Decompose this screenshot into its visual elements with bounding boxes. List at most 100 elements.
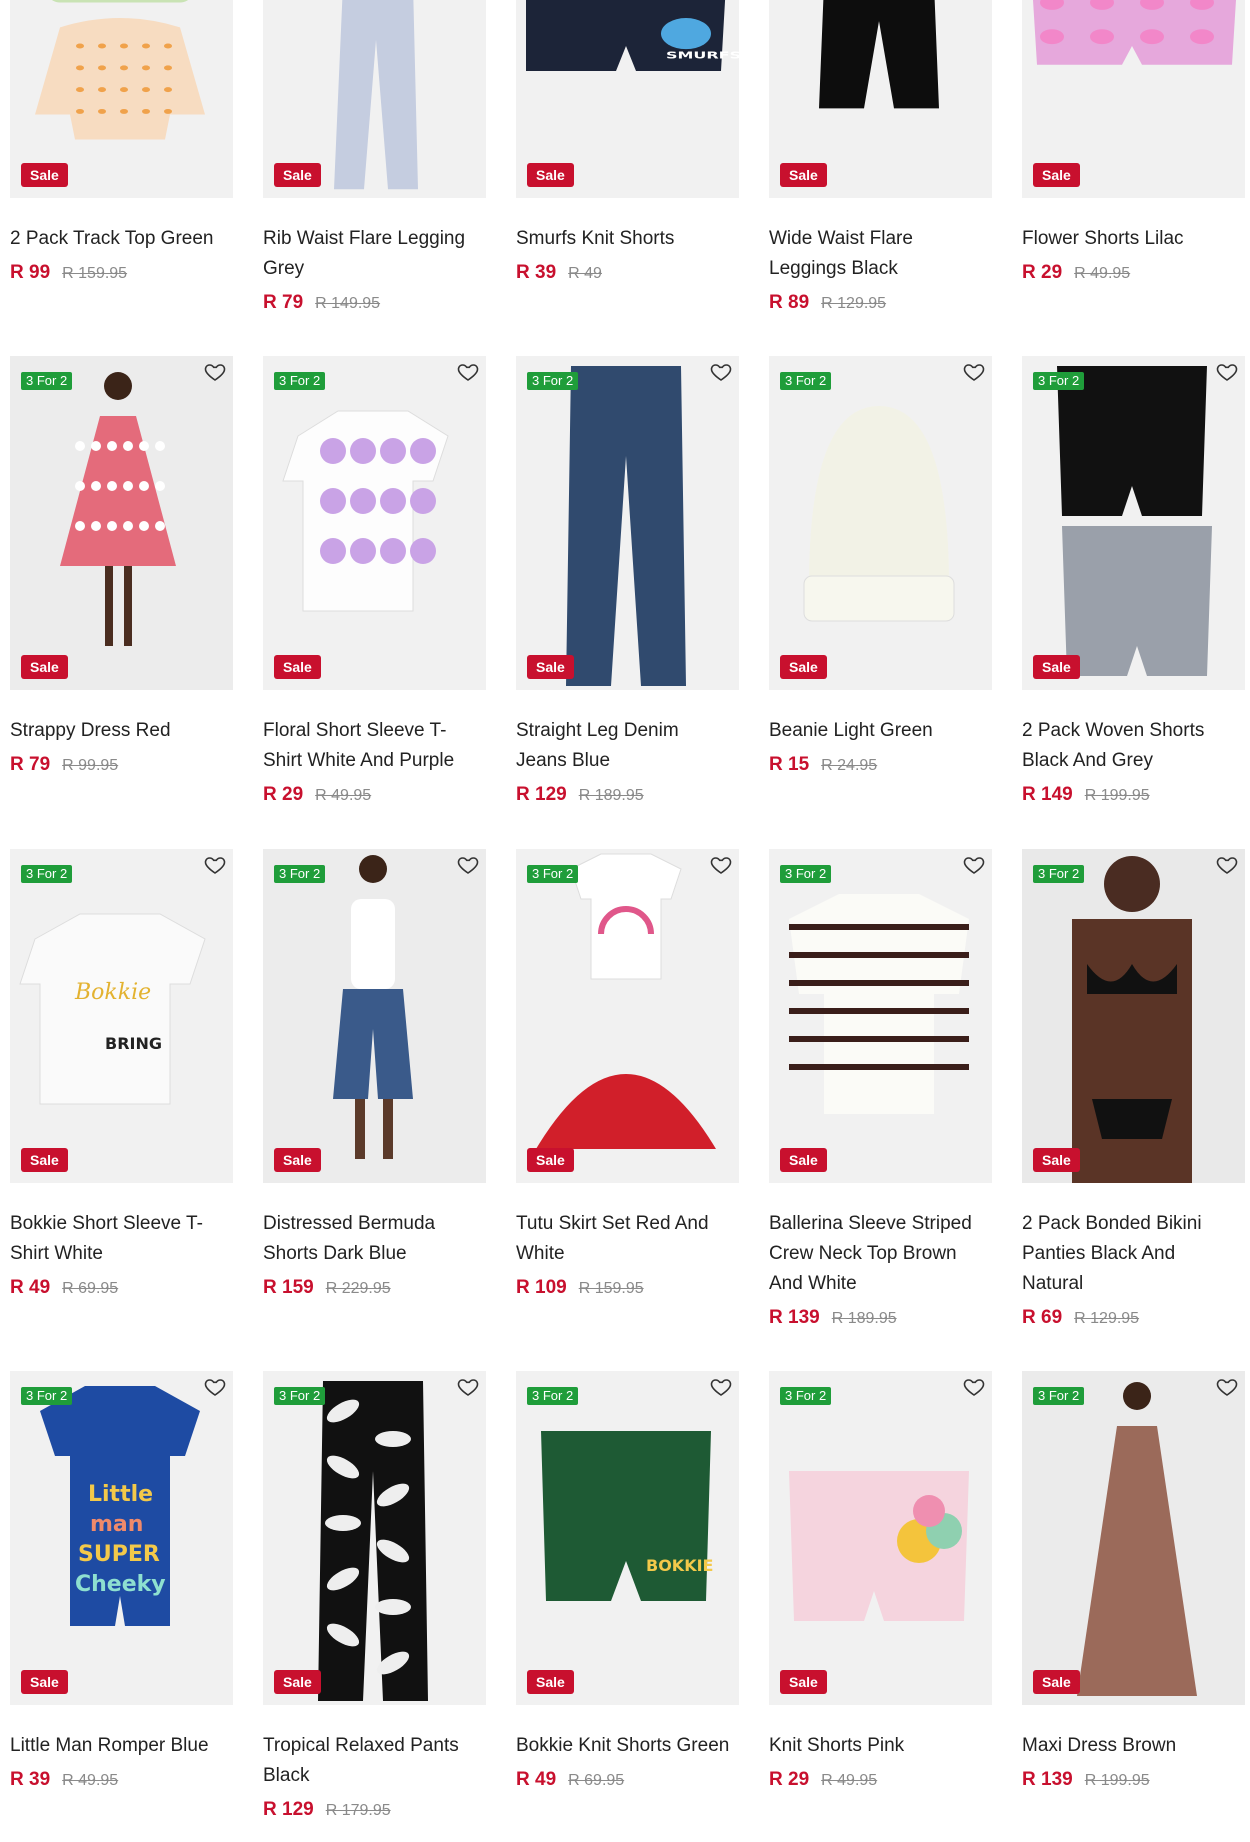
original-price: R 69.95 — [62, 1280, 119, 1297]
product-name[interactable]: Strappy Dress Red — [10, 716, 233, 746]
original-price: R 24.95 — [821, 757, 878, 774]
product-name[interactable]: 2 Pack Woven Shorts Black And Grey — [1022, 716, 1245, 776]
sale-price: R 159 — [263, 1277, 314, 1298]
wishlist-heart-icon[interactable] — [1215, 360, 1239, 384]
product-name[interactable]: Ballerina Sleeve Striped Crew Neck Top B… — [769, 1209, 992, 1299]
price-row: R 29 R 49.95 — [1022, 258, 1245, 289]
product-card[interactable]: 3 For 2 Sale Tropical Relaxed Pants Black R… — [263, 1371, 486, 1826]
wishlist-heart-icon[interactable] — [962, 1375, 986, 1399]
product-name[interactable]: Floral Short Sleeve T-Shirt White And Pu… — [263, 716, 486, 776]
promo-badge: 3 For 2 — [1033, 1387, 1085, 1405]
sale-badge: Sale — [21, 163, 68, 187]
product-name[interactable]: Straight Leg Denim Jeans Blue — [516, 716, 739, 776]
wishlist-heart-icon[interactable] — [456, 360, 480, 384]
product-card[interactable]: 3 For 2 Sale Knit Shorts Pink R 29 R 49.95 — [769, 1371, 992, 1796]
product-image[interactable]: 3 For 2 Sale — [1022, 1371, 1245, 1705]
original-price: R 199.95 — [1084, 787, 1150, 804]
product-name[interactable]: Knit Shorts Pink — [769, 1731, 992, 1761]
product-card[interactable]: Bokkie BRING 3 For 2 Sale Bokkie Short Sleev… — [10, 849, 233, 1304]
product-name[interactable]: Maxi Dress Brown — [1022, 1731, 1245, 1761]
product-name[interactable]: Bokkie Knit Shorts Green — [516, 1731, 739, 1761]
product-image[interactable]: SMURFS Sale — [516, 0, 739, 198]
product-card[interactable]: 3 For 2 Sale Ballerina Sleeve Striped Crew… — [769, 849, 992, 1334]
product-card[interactable]: 3 For 2 Sale Maxi Dress Brown R 139 R 199.95 — [1022, 1371, 1245, 1796]
product-image[interactable]: 3 For 2 Sale — [263, 1371, 486, 1705]
product-image[interactable]: Sale — [1022, 0, 1245, 198]
product-card[interactable]: 3 For 2 Sale Strappy Dress Red R 79 R 99.95 — [10, 356, 233, 781]
product-card[interactable]: BOKKIE 3 For 2 Sale Bokkie Knit Shorts Gree… — [516, 1371, 739, 1796]
product-card[interactable]: 3 For 2 Sale Tutu Skirt Set Red And White R… — [516, 849, 739, 1304]
product-image[interactable]: Sale — [10, 0, 233, 198]
price-row: R 79 R 149.95 — [263, 288, 486, 319]
price-row: R 15 R 24.95 — [769, 750, 992, 781]
product-image[interactable]: BOKKIE 3 For 2 Sale — [516, 1371, 739, 1705]
product-image[interactable]: Bokkie BRING 3 For 2 Sale — [10, 849, 233, 1183]
wishlist-heart-icon[interactable] — [203, 853, 227, 877]
sale-price: R 79 — [263, 292, 304, 313]
original-price: R 159.95 — [578, 1280, 644, 1297]
wishlist-heart-icon[interactable] — [456, 1375, 480, 1399]
product-name[interactable]: Flower Shorts Lilac — [1022, 224, 1245, 254]
product-name[interactable]: Beanie Light Green — [769, 716, 992, 746]
price-row: R 139 R 199.95 — [1022, 1765, 1245, 1796]
product-name[interactable]: 2 Pack Bonded Bikini Panties Black And N… — [1022, 1209, 1245, 1299]
wishlist-heart-icon[interactable] — [203, 1375, 227, 1399]
wishlist-heart-icon[interactable] — [709, 853, 733, 877]
product-card[interactable]: Little man SUPER Cheeky 3 For 2 Sale Little Ma… — [10, 1371, 233, 1796]
product-image[interactable]: 3 For 2 Sale — [1022, 849, 1245, 1183]
original-price: R 129.95 — [1074, 1310, 1140, 1327]
sale-price: R 49 — [10, 1277, 51, 1298]
product-image[interactable]: Little man SUPER Cheeky 3 For 2 Sale — [10, 1371, 233, 1705]
product-name[interactable]: Little Man Romper Blue — [10, 1731, 233, 1761]
wishlist-heart-icon[interactable] — [1215, 853, 1239, 877]
sale-badge: Sale — [21, 655, 68, 679]
wishlist-heart-icon[interactable] — [962, 360, 986, 384]
product-name[interactable]: 2 Pack Track Top Green — [10, 224, 233, 254]
product-image[interactable]: 3 For 2 Sale — [769, 849, 992, 1183]
product-name[interactable]: Smurfs Knit Shorts — [516, 224, 739, 254]
product-image[interactable]: 3 For 2 Sale — [263, 356, 486, 690]
product-card[interactable]: 3 For 2 Sale Floral Short Sleeve T-Shirt W… — [263, 356, 486, 811]
original-price: R 49 — [568, 265, 602, 282]
price-row: R 149 R 199.95 — [1022, 780, 1245, 811]
product-card[interactable]: 3 For 2 Sale Straight Leg Denim Jeans Blue… — [516, 356, 739, 811]
product-name[interactable]: Wide Waist Flare Leggings Black — [769, 224, 992, 284]
wishlist-heart-icon[interactable] — [456, 853, 480, 877]
promo-badge: 3 For 2 — [780, 372, 832, 390]
price-row: R 109 R 159.95 — [516, 1273, 739, 1304]
wishlist-heart-icon[interactable] — [203, 360, 227, 384]
product-card[interactable]: 3 For 2 Sale 2 Pack Bonded Bikini Panties … — [1022, 849, 1245, 1334]
product-name[interactable]: Tutu Skirt Set Red And White — [516, 1209, 739, 1269]
product-card[interactable]: SMURFS Sale Smurfs Knit Shorts R 39 R 49 — [516, 0, 739, 289]
product-card[interactable]: 3 For 2 Sale Beanie Light Green R 15 R 24.95 — [769, 356, 992, 781]
product-card[interactable]: Sale Flower Shorts Lilac R 29 R 49.95 — [1022, 0, 1245, 289]
wishlist-heart-icon[interactable] — [709, 1375, 733, 1399]
product-card[interactable]: Sale 2 Pack Track Top Green R 99 R 159.95 — [10, 0, 233, 289]
product-card[interactable]: 3 For 2 Sale 2 Pack Woven Shorts Black And… — [1022, 356, 1245, 811]
product-image[interactable]: 3 For 2 Sale — [516, 849, 739, 1183]
product-image[interactable]: 3 For 2 Sale — [769, 1371, 992, 1705]
sale-badge: Sale — [1033, 655, 1080, 679]
product-image[interactable]: Sale — [263, 0, 486, 198]
product-name[interactable]: Bokkie Short Sleeve T-Shirt White — [10, 1209, 233, 1269]
product-card[interactable]: 3 For 2 Sale Distressed Bermuda Shorts Dar… — [263, 849, 486, 1304]
sale-price: R 149 — [1022, 784, 1073, 805]
product-image[interactable]: 3 For 2 Sale — [1022, 356, 1245, 690]
wishlist-heart-icon[interactable] — [962, 853, 986, 877]
product-name[interactable]: Distressed Bermuda Shorts Dark Blue — [263, 1209, 486, 1269]
product-name[interactable]: Tropical Relaxed Pants Black — [263, 1731, 486, 1791]
wishlist-heart-icon[interactable] — [1215, 1375, 1239, 1399]
wishlist-heart-icon[interactable] — [709, 360, 733, 384]
product-image[interactable]: 3 For 2 Sale — [263, 849, 486, 1183]
product-image[interactable]: 3 For 2 Sale — [516, 356, 739, 690]
product-image[interactable]: 3 For 2 Sale — [10, 356, 233, 690]
product-card[interactable]: Sale Rib Waist Flare Legging Grey R 79 R 14… — [263, 0, 486, 319]
svg-text:Cheeky: Cheeky — [75, 1572, 166, 1597]
product-card[interactable]: Sale Wide Waist Flare Leggings Black R 89 R… — [769, 0, 992, 319]
price-row: R 79 R 99.95 — [10, 750, 233, 781]
product-name[interactable]: Rib Waist Flare Legging Grey — [263, 224, 486, 284]
svg-text:man: man — [90, 1512, 143, 1537]
original-price: R 199.95 — [1084, 1772, 1150, 1789]
product-image[interactable]: 3 For 2 Sale — [769, 356, 992, 690]
product-image[interactable]: Sale — [769, 0, 992, 198]
